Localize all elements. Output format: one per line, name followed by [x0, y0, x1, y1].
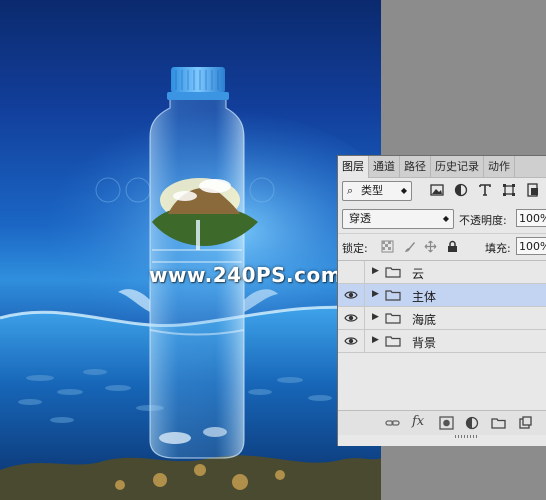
document-canvas[interactable]: www.240PS.com [0, 0, 381, 500]
image-filter-icon[interactable] [430, 183, 444, 197]
fx-icon[interactable]: fx [412, 414, 424, 429]
new-group-icon[interactable] [491, 416, 506, 430]
filter-kind-label: 类型 [361, 184, 383, 197]
tab-channels[interactable]: 通道 [369, 156, 400, 177]
lock-all-icon[interactable] [446, 240, 459, 253]
folder-icon [385, 313, 401, 324]
adjustment-layer-icon[interactable] [465, 416, 480, 430]
visibility-toggle[interactable] [338, 330, 365, 352]
new-layer-icon[interactable] [518, 416, 533, 430]
folder-icon [385, 336, 401, 347]
layer-row-main[interactable]: ▶ 主体 [338, 284, 546, 307]
opacity-label: 不透明度: [459, 214, 507, 227]
tab-paths[interactable]: 路径 [400, 156, 431, 177]
layer-name: 云 [412, 267, 425, 281]
panel-tabs: 图层 通道 路径 历史记录 动作 [338, 156, 546, 178]
fill-field[interactable]: 100% [516, 237, 546, 255]
lock-label: 锁定: [342, 242, 368, 255]
tab-history[interactable]: 历史记录 [431, 156, 484, 177]
layer-name: 主体 [412, 290, 437, 304]
layers-panel: 图层 通道 路径 历史记录 动作 ⌕ 类型 ◆ 穿透 ◆ 不透明度: 100% … [337, 155, 546, 446]
layer-name: 背景 [412, 336, 437, 350]
blend-mode-select[interactable]: 穿透 ◆ [342, 209, 454, 229]
lock-position-icon[interactable] [424, 240, 437, 253]
layer-row-cloud[interactable]: ▶ 云 [338, 261, 546, 284]
folder-icon [385, 290, 401, 301]
lock-row: 锁定: 填充: 100% [338, 233, 546, 260]
type-filter-icon[interactable] [478, 183, 492, 197]
visibility-toggle[interactable] [338, 284, 365, 306]
eye-icon [344, 337, 358, 345]
panel-bottom-toolbar: fx [338, 410, 546, 435]
tab-layers[interactable]: 图层 [338, 156, 369, 178]
opacity-field[interactable]: 100% [516, 209, 546, 227]
folder-icon [385, 267, 401, 278]
eye-icon [344, 314, 358, 322]
watermark-text: www.240PS.com [149, 263, 343, 287]
smart-object-filter-icon[interactable] [526, 183, 540, 197]
layer-row-seabed[interactable]: ▶ 海底 [338, 307, 546, 330]
layer-name: 海底 [412, 313, 437, 327]
resize-grip[interactable] [455, 435, 477, 438]
expand-triangle-icon[interactable]: ▶ [372, 335, 379, 345]
filter-kind-select[interactable]: ⌕ 类型 ◆ [342, 181, 412, 201]
search-icon: ⌕ [347, 184, 354, 197]
visibility-toggle[interactable] [338, 261, 365, 283]
lock-image-icon[interactable] [403, 240, 416, 253]
bottle-artwork [0, 67, 381, 500]
expand-triangle-icon[interactable]: ▶ [372, 289, 379, 299]
link-layers-icon[interactable] [385, 416, 400, 430]
layer-mask-icon[interactable] [439, 416, 454, 430]
expand-triangle-icon[interactable]: ▶ [372, 266, 379, 276]
shape-filter-icon[interactable] [502, 183, 516, 197]
fill-label: 填充: [485, 242, 511, 255]
adjustment-filter-icon[interactable] [454, 183, 468, 197]
blend-mode-value: 穿透 [349, 212, 371, 225]
layer-filter-row: ⌕ 类型 ◆ [338, 178, 546, 206]
blend-row: 穿透 ◆ 不透明度: 100% [338, 206, 546, 232]
chevron-updown-icon: ◆ [442, 214, 449, 223]
visibility-toggle[interactable] [338, 307, 365, 329]
chevron-updown-icon: ◆ [400, 186, 407, 195]
layer-list: ▶ 云 ▶ 主体 ▶ 海底 ▶ 背景 [338, 260, 546, 353]
expand-triangle-icon[interactable]: ▶ [372, 312, 379, 322]
layer-row-background[interactable]: ▶ 背景 [338, 330, 546, 353]
lock-transparent-icon[interactable] [381, 240, 394, 253]
tab-actions[interactable]: 动作 [484, 156, 515, 177]
eye-icon [344, 291, 358, 299]
